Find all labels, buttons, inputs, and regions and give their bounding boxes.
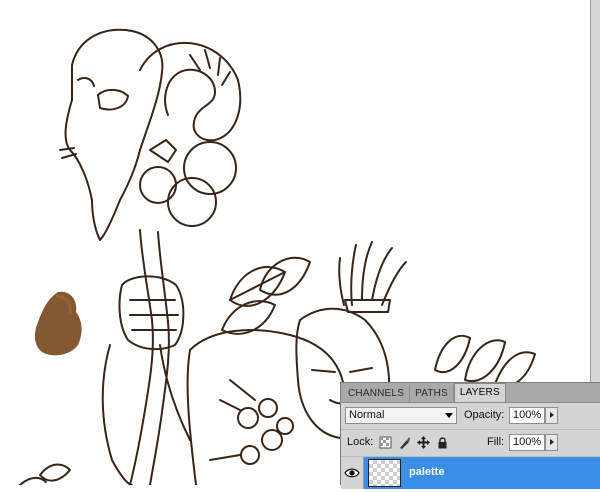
- visibility-toggle[interactable]: [341, 457, 364, 489]
- layer-thumbnail[interactable]: [368, 459, 401, 487]
- chevron-down-icon: [445, 413, 453, 418]
- blend-mode-value: Normal: [349, 409, 385, 421]
- lock-all-icon[interactable]: [436, 436, 449, 449]
- opacity-input[interactable]: 100%: [509, 407, 545, 424]
- layers-panel: CHANNELS PATHS LAYERS Normal Opacity: 10…: [340, 382, 600, 489]
- lock-fill-row: Lock: Fill: 100%: [341, 430, 600, 457]
- lock-transparent-pixels-icon[interactable]: [379, 436, 392, 449]
- lock-label: Lock:: [347, 436, 374, 448]
- tab-paths[interactable]: PATHS: [410, 385, 454, 402]
- lock-image-pixels-icon[interactable]: [398, 436, 411, 449]
- layer-row[interactable]: palette: [341, 457, 600, 489]
- tab-layers[interactable]: LAYERS: [453, 383, 506, 402]
- opacity-slider-toggle[interactable]: [545, 407, 558, 424]
- blend-mode-dropdown[interactable]: Normal: [345, 407, 457, 424]
- opacity-label: Opacity:: [464, 409, 505, 421]
- lock-position-icon[interactable]: [417, 436, 430, 449]
- panel-tab-bar: CHANNELS PATHS LAYERS: [341, 383, 600, 403]
- eye-icon: [344, 468, 360, 478]
- layer-name[interactable]: palette: [409, 466, 444, 478]
- fill-input[interactable]: 100%: [509, 434, 545, 451]
- canvas-scroll-edge: [590, 0, 600, 382]
- tab-channels[interactable]: CHANNELS: [343, 385, 411, 402]
- fill-slider-toggle[interactable]: [545, 434, 558, 451]
- blend-opacity-row: Normal Opacity: 100%: [341, 403, 600, 430]
- fill-label: Fill:: [487, 436, 505, 448]
